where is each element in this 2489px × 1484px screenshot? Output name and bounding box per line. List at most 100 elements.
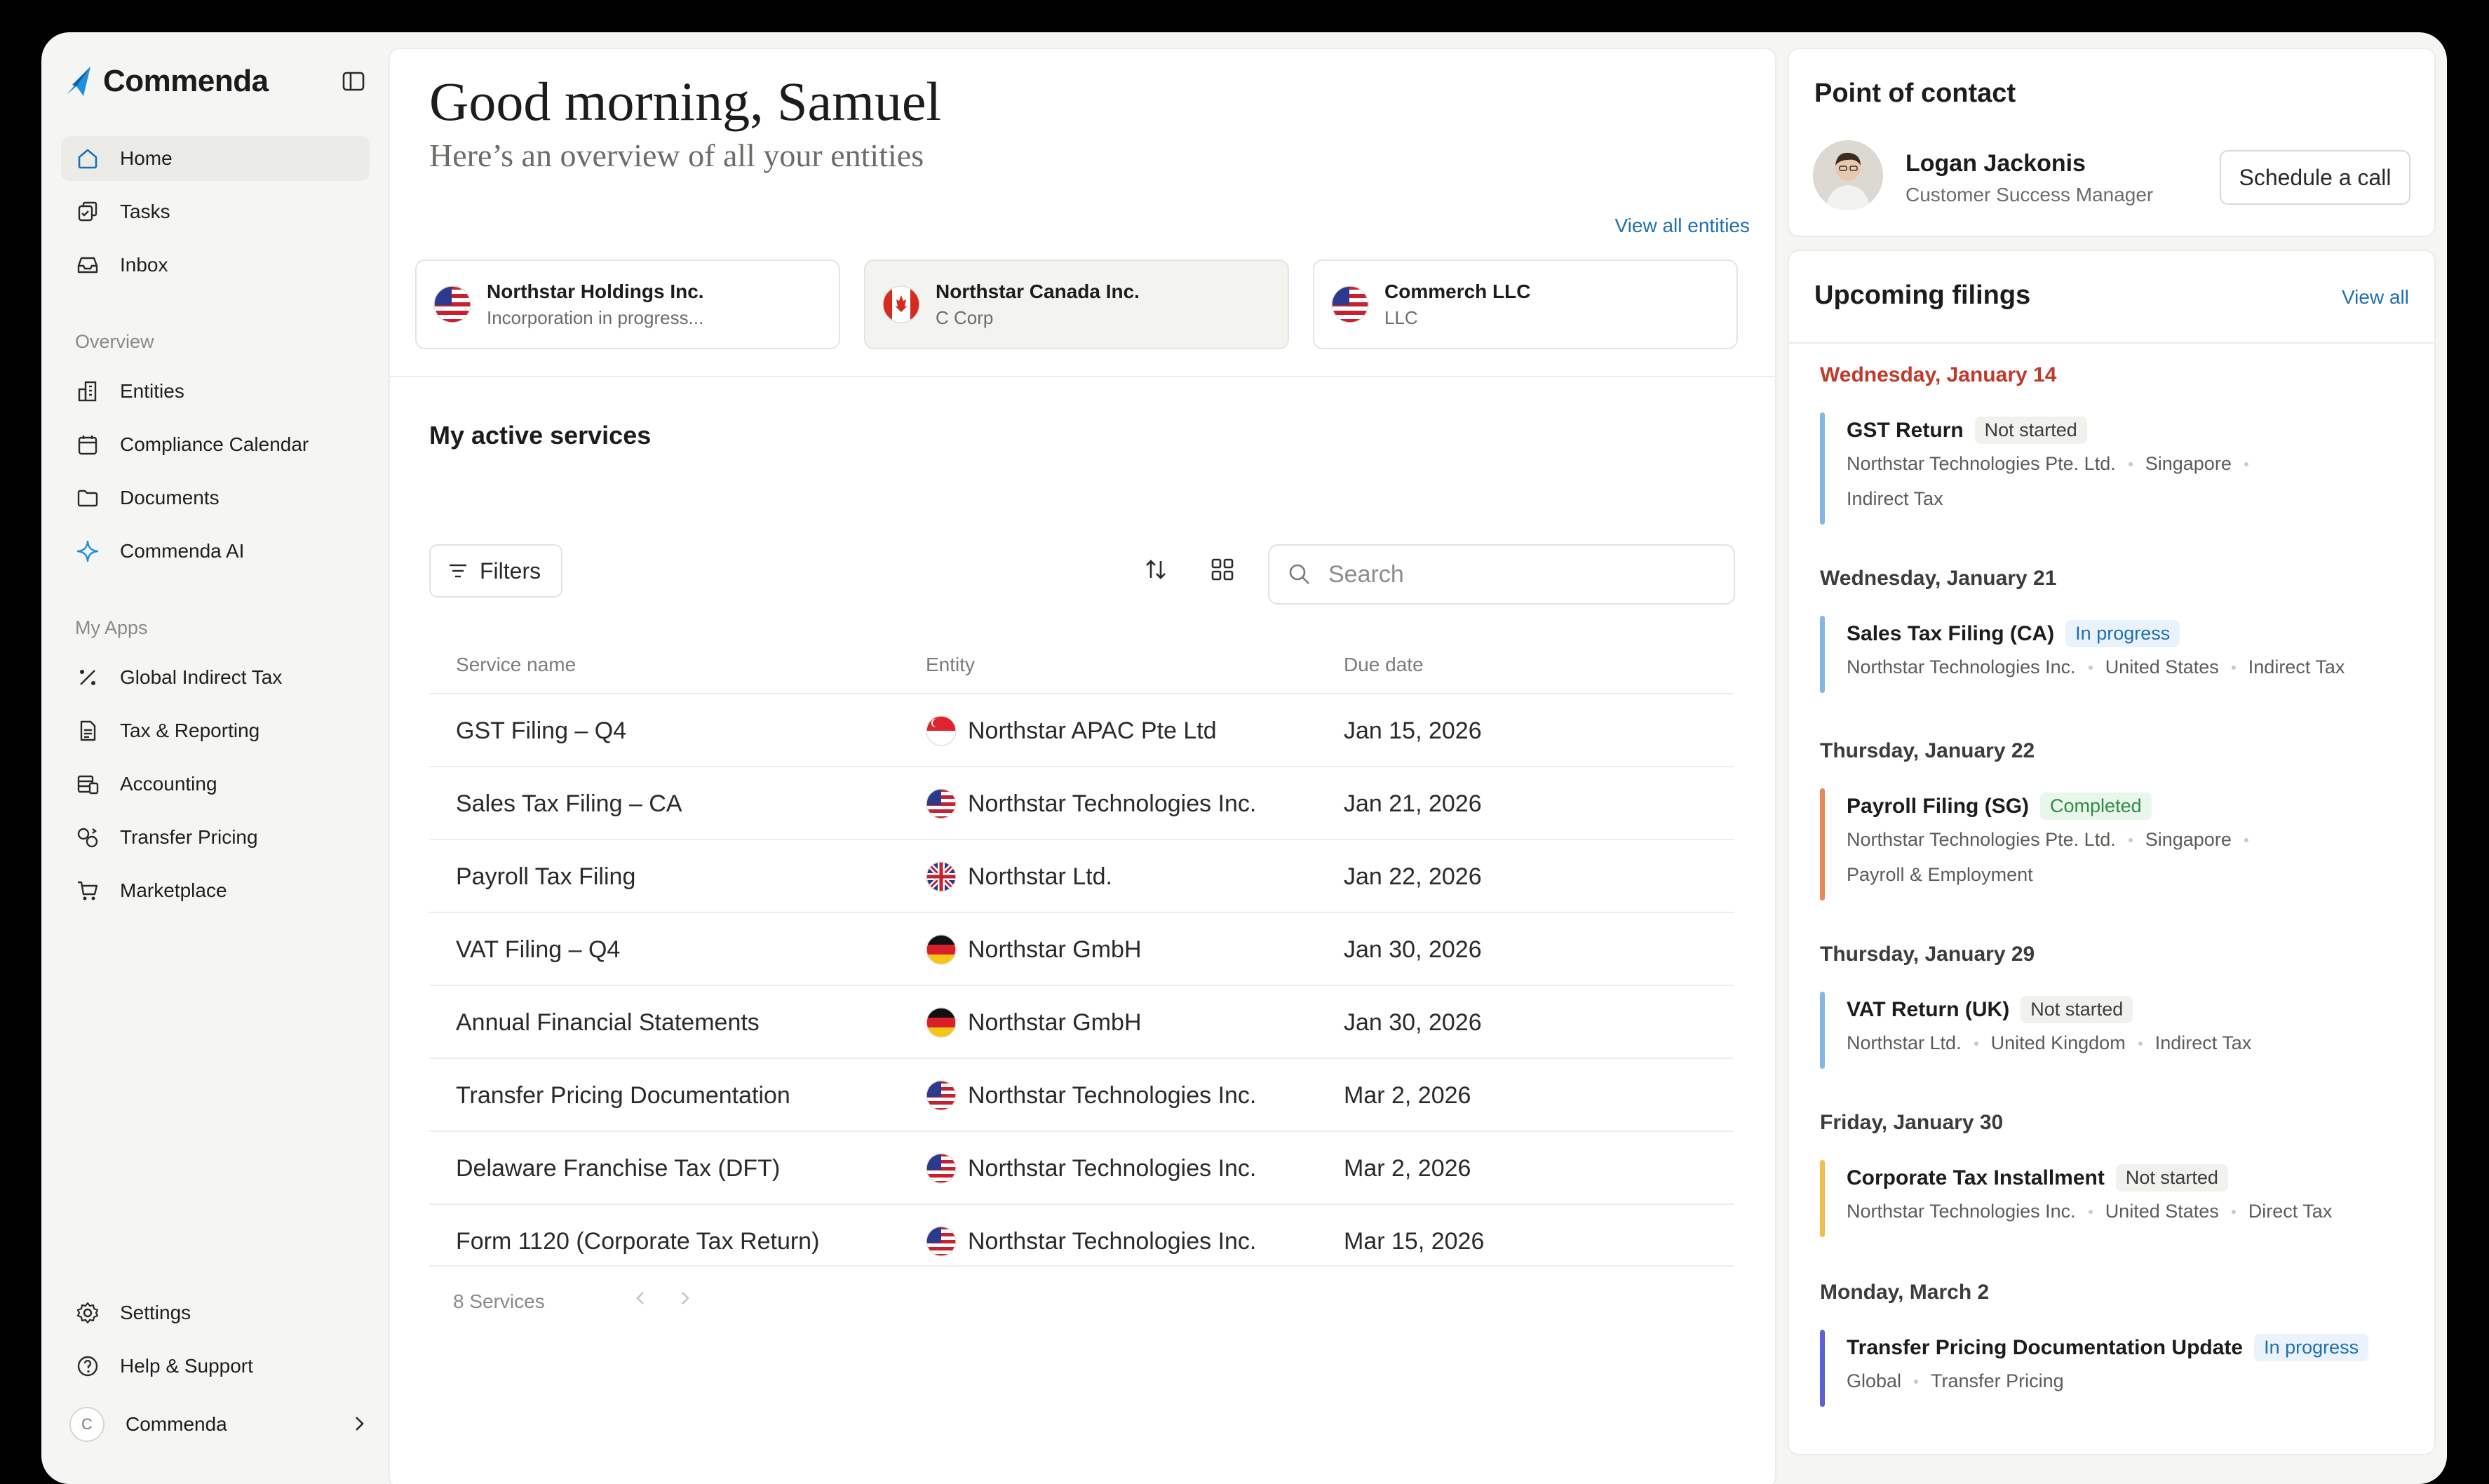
app-window: Commenda Home Tasks Inbox Overview Entit…	[41, 32, 2447, 1484]
sidebar-section-overview: Overview	[75, 331, 154, 352]
filing-meta-item: Northstar Technologies Inc.	[1847, 1201, 2076, 1222]
building-icon	[75, 379, 100, 404]
filing-item[interactable]: VAT Return (UK) Not started Northstar Ltd.…	[1820, 992, 2423, 1074]
filing-item[interactable]: Sales Tax Filing (CA) In progress Northsta…	[1820, 616, 2423, 699]
filing-date: Thursday, January 29	[1820, 943, 2035, 966]
table-row[interactable]: Transfer Pricing Documentation Northstar …	[429, 1058, 1734, 1132]
filings-title: Upcoming filings	[1814, 281, 2031, 310]
filing-meta-item: Indirect Tax	[2248, 656, 2345, 677]
entity-card[interactable]: Northstar Holdings Inc. Incorporation in…	[415, 259, 840, 349]
sidebar-item-label: Marketplace	[120, 879, 227, 901]
table-row[interactable]: GST Filing – Q4 Northstar APAC Pte Ltd Jan…	[429, 693, 1734, 767]
transfer-icon	[75, 825, 100, 850]
filing-meta-item: Payroll & Employment	[1847, 864, 2033, 885]
sidebar-item-documents[interactable]: Documents	[61, 475, 370, 520]
entity-name: Northstar Technologies Inc.	[968, 1227, 1257, 1255]
grid-view-icon[interactable]	[1208, 555, 1236, 584]
entity-cell: Northstar Ltd.	[926, 840, 1112, 913]
brand[interactable]: Commenda	[62, 60, 269, 102]
table-row[interactable]: Delaware Franchise Tax (DFT) Northstar Te…	[429, 1131, 1734, 1205]
table-row[interactable]: Payroll Tax Filing Northstar Ltd. Jan 22, …	[429, 839, 1734, 913]
sidebar-item-settings[interactable]: Settings	[61, 1290, 370, 1335]
sidebar-item-label: Inbox	[120, 254, 168, 276]
sidebar-item-tasks[interactable]: Tasks	[61, 189, 370, 234]
search-box[interactable]	[1268, 544, 1735, 605]
separator-dot	[1914, 1379, 1919, 1384]
calendar-icon	[75, 432, 100, 457]
filing-item[interactable]: GST Return Not started Northstar Technolog…	[1820, 412, 2423, 530]
sidebar-item-label: Help & Support	[120, 1355, 253, 1377]
filters-button[interactable]: Filters	[429, 544, 562, 598]
chevron-left-icon[interactable]	[630, 1288, 651, 1309]
sidebar-item-help-support[interactable]: Help & Support	[61, 1344, 370, 1389]
filing-accent-bar	[1820, 412, 1825, 525]
entity-type: C Corp	[936, 306, 994, 328]
home-icon	[75, 146, 100, 171]
germany-flag-icon	[926, 1007, 968, 1038]
sidebar-item-commenda-ai[interactable]: Commenda AI	[61, 529, 370, 574]
sidebar-item-entities[interactable]: Entities	[61, 369, 370, 414]
brand-name: Commenda	[103, 64, 269, 98]
view-all-filings-link[interactable]: View all	[2342, 286, 2409, 309]
sidebar-item-marketplace[interactable]: Marketplace	[61, 868, 370, 913]
entity-cell: Northstar GmbH	[926, 913, 1142, 986]
poc-name: Logan Jackonis	[1905, 150, 2086, 177]
canada-flag-icon	[882, 285, 920, 323]
filters-label: Filters	[480, 558, 541, 584]
status-badge: In progress	[2065, 620, 2180, 647]
sidebar-item-tax-reporting[interactable]: Tax & Reporting	[61, 708, 370, 753]
filing-meta-item: Singapore	[2145, 829, 2232, 850]
table-row[interactable]: VAT Filing – Q4 Northstar GmbH Jan 30, 202…	[429, 912, 1734, 986]
sidebar-item-accounting[interactable]: Accounting	[61, 762, 370, 807]
separator-dot	[2231, 665, 2236, 670]
sidebar-item-transfer-pricing[interactable]: Transfer Pricing	[61, 815, 370, 860]
filing-meta-item: Indirect Tax	[2154, 1032, 2252, 1053]
chevron-right-icon[interactable]	[675, 1288, 696, 1309]
filing-meta: Payroll & Employment	[1847, 864, 2033, 886]
entity-cell: Northstar Technologies Inc.	[926, 767, 1256, 840]
sidebar-item-global-indirect-tax[interactable]: Global Indirect Tax	[61, 655, 370, 700]
entity-card[interactable]: Commerch LLC LLC	[1313, 259, 1738, 349]
sort-icon[interactable]	[1142, 555, 1170, 584]
sidebar-item-label: Entities	[120, 380, 184, 402]
filing-meta-item: United States	[2105, 656, 2219, 677]
column-header-entity[interactable]: Entity	[926, 654, 975, 676]
search-icon	[1289, 564, 1309, 584]
sidebar-section-my-apps: My Apps	[75, 617, 148, 638]
filing-date: Wednesday, January 14	[1820, 363, 2057, 386]
us-flag-icon	[926, 788, 968, 819]
column-header-due-date[interactable]: Due date	[1344, 654, 1424, 676]
service-name: Annual Financial Statements	[456, 1009, 760, 1036]
filing-meta-item: United Kingdom	[1990, 1032, 2126, 1053]
entity-name: Northstar Canada Inc.	[936, 280, 1140, 302]
table-row[interactable]: Sales Tax Filing – CA Northstar Technolog…	[429, 766, 1734, 840]
sidebar-item-inbox[interactable]: Inbox	[61, 243, 370, 288]
entity-card[interactable]: Northstar Canada Inc. C Corp	[864, 259, 1289, 349]
filing-item[interactable]: Payroll Filing (SG) Completed Northstar Te…	[1820, 788, 2423, 906]
sidebar-item-label: Documents	[120, 487, 220, 508]
column-header-service[interactable]: Service name	[456, 654, 576, 676]
sidebar-toggle-icon[interactable]	[339, 67, 367, 95]
sidebar-item-label: Tasks	[120, 201, 170, 222]
entity-name: Northstar APAC Pte Ltd	[968, 717, 1217, 744]
user-menu[interactable]: C Commenda	[69, 1402, 378, 1447]
schedule-call-button[interactable]: Schedule a call	[2220, 150, 2410, 205]
filing-meta: Northstar Technologies Pte. Ltd. Singapor…	[1847, 453, 2261, 475]
filing-title: VAT Return (UK)	[1847, 997, 2010, 1021]
us-flag-icon	[926, 1153, 968, 1184]
sidebar: Commenda Home Tasks Inbox Overview Entit…	[41, 32, 389, 1484]
filing-meta: Northstar Ltd. United Kingdom Indirect Tax	[1847, 1032, 2251, 1054]
filing-accent-bar	[1820, 992, 1825, 1069]
separator-dot	[1974, 1041, 1978, 1046]
table-row[interactable]: Form 1120 (Corporate Tax Return) Northsta…	[429, 1203, 1734, 1278]
table-row[interactable]: Annual Financial Statements Northstar Gmb…	[429, 985, 1734, 1059]
sidebar-item-compliance-calendar[interactable]: Compliance Calendar	[61, 422, 370, 467]
filing-accent-bar	[1820, 616, 1825, 693]
filing-item[interactable]: Transfer Pricing Documentation Update In …	[1820, 1330, 2423, 1412]
search-input[interactable]	[1327, 560, 1722, 589]
filing-title: Corporate Tax Installment	[1847, 1166, 2105, 1189]
sidebar-item-home[interactable]: Home	[61, 136, 370, 181]
commenda-logo-icon	[67, 67, 90, 96]
filing-item[interactable]: Corporate Tax Installment Not started Nort…	[1820, 1160, 2423, 1243]
view-all-entities-link[interactable]: View all entities	[1615, 215, 1750, 237]
